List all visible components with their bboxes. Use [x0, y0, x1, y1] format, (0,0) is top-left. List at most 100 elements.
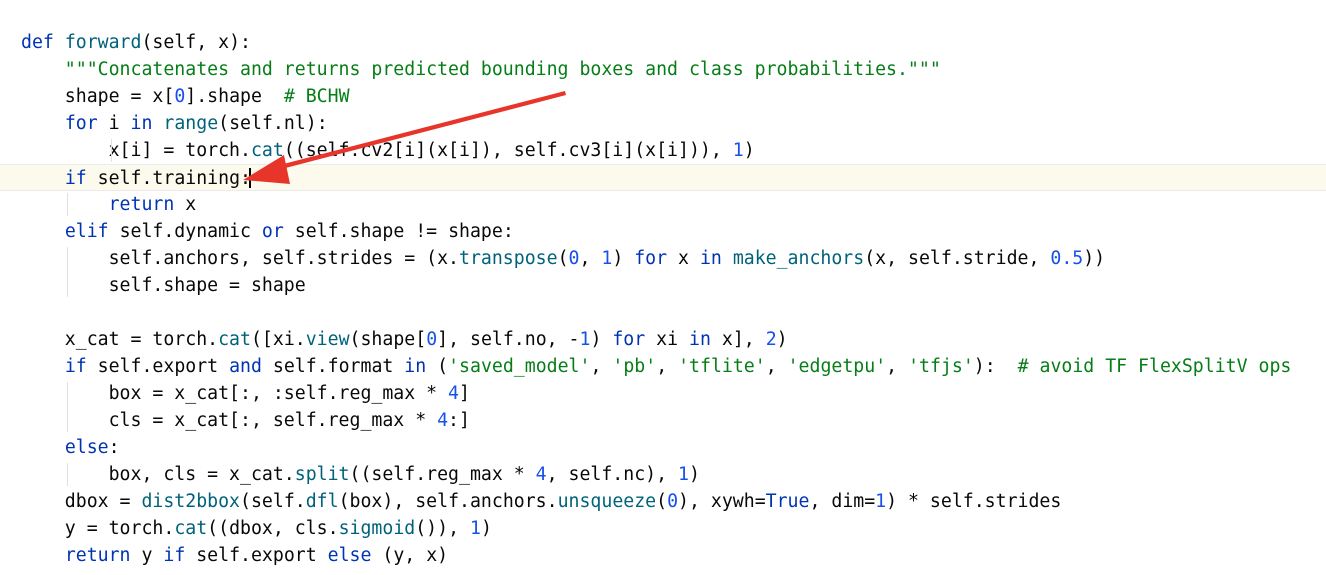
code-text: else:	[21, 434, 120, 461]
code-token: split	[294, 464, 350, 485]
code-token: x],	[721, 329, 766, 350]
code-line[interactable]: """Concatenates and returns predicted bo…	[0, 56, 1326, 83]
code-token: ) * self.strides	[886, 491, 1062, 512]
code-token: self.export	[196, 545, 328, 566]
code-token: shape = x[	[21, 86, 175, 107]
code-token: range	[163, 113, 219, 134]
code-text: if self.export and self.format in ('save…	[21, 353, 1292, 380]
code-line[interactable]: box = x_cat[:, :self.reg_max * 4]	[0, 380, 1326, 407]
code-token: ,	[590, 356, 613, 377]
code-token: i	[108, 113, 131, 134]
code-token: (self.nl):	[218, 113, 328, 134]
code-line[interactable]	[0, 299, 1326, 326]
code-line[interactable]: shape = x[0].shape # BCHW	[0, 83, 1326, 110]
code-token: 1	[601, 248, 613, 269]
code-token: self.shape != shape:	[294, 221, 514, 242]
code-token: in	[699, 248, 733, 269]
code-token: in	[130, 113, 164, 134]
indent-guide	[67, 463, 68, 486]
code-line[interactable]: if self.training:	[0, 164, 1326, 191]
code-line[interactable]: def forward(self, x):	[0, 29, 1326, 56]
code-token: dbox =	[21, 491, 142, 512]
code-token: )	[688, 464, 700, 485]
code-line[interactable]: else:	[0, 434, 1326, 461]
code-token: ([xi.	[250, 329, 306, 350]
code-token: 4	[437, 410, 449, 431]
code-line[interactable]: if self.export and self.format in ('save…	[0, 353, 1326, 380]
code-text: def forward(self, x):	[21, 29, 251, 56]
indent-guide	[67, 193, 68, 216]
code-line[interactable]: elif self.dynamic or self.shape != shape…	[0, 218, 1326, 245]
code-token: :	[108, 437, 120, 458]
indent-guide	[67, 247, 68, 297]
code-token: ,	[579, 248, 602, 269]
code-token: ):	[973, 356, 1018, 377]
code-text: box, cls = x_cat.split((self.reg_max * 4…	[21, 461, 700, 488]
code-token: make_anchors	[732, 248, 865, 269]
indent-guide	[111, 139, 112, 162]
code-text: if self.training:	[21, 165, 251, 192]
code-token: 0	[426, 329, 438, 350]
code-line[interactable]: cls = x_cat[:, self.reg_max * 4:]	[0, 407, 1326, 434]
code-line[interactable]: dbox = dist2bbox(self.dfl(box), self.anc…	[0, 488, 1326, 515]
code-token: (	[656, 491, 668, 512]
code-line[interactable]: y = torch.cat((dbox, cls.sigmoid()), 1)	[0, 515, 1326, 542]
code-token: (	[437, 356, 449, 377]
code-token: )	[776, 329, 788, 350]
code-token: in	[689, 329, 722, 350]
code-token: (self, x):	[141, 32, 251, 53]
code-token: else	[327, 545, 383, 566]
code-token: in	[404, 356, 438, 377]
code-token: 'saved_model'	[448, 356, 591, 377]
code-line[interactable]: self.anchors, self.strides = (x.transpos…	[0, 245, 1326, 272]
code-token: 'tfjs'	[908, 356, 974, 377]
code-line[interactable]: return x	[0, 191, 1326, 218]
code-token: 0	[667, 491, 679, 512]
code-token: 'pb'	[612, 356, 657, 377]
code-token: return	[64, 545, 142, 566]
code-token: for	[612, 329, 657, 350]
code-text: return y if self.export else (y, x)	[21, 542, 448, 569]
code-token: ,	[886, 356, 909, 377]
code-token: 0	[568, 248, 580, 269]
code-token: ()),	[415, 518, 470, 539]
text-caret	[249, 168, 251, 188]
code-token: if	[163, 545, 197, 566]
code-token: x_cat = torch.	[21, 329, 219, 350]
code-token: (box), self.anchors.	[338, 491, 558, 512]
code-token: 1	[875, 491, 887, 512]
code-token: cls = x_cat[:, self.reg_max *	[21, 410, 438, 431]
code-text: self.anchors, self.strides = (x.transpos…	[21, 245, 1106, 272]
code-line[interactable]: x_cat = torch.cat([xi.view(shape[0], sel…	[0, 326, 1326, 353]
code-token: )	[590, 329, 613, 350]
code-token: 4	[448, 383, 459, 404]
code-token: y	[141, 545, 164, 566]
code-token: transpose	[459, 248, 558, 269]
code-token: y = torch.	[21, 518, 175, 539]
code-line[interactable]: x[i] = torch.cat((self.cv2[i](x[i]), sel…	[0, 137, 1326, 164]
code-token: (	[557, 248, 569, 269]
code-token: ), xywh=	[678, 491, 766, 512]
code-text: y = torch.cat((dbox, cls.sigmoid()), 1)	[21, 515, 492, 542]
code-token: forward	[64, 32, 142, 53]
code-editor[interactable]: def forward(self, x): """Concatenates an…	[0, 0, 1326, 575]
code-token: :]	[448, 410, 470, 431]
code-line[interactable]: return y if self.export else (y, x)	[0, 542, 1326, 569]
code-line[interactable]: box, cls = x_cat.split((self.reg_max * 4…	[0, 461, 1326, 488]
code-token: x	[185, 194, 197, 215]
code-line[interactable]: self.shape = shape	[0, 272, 1326, 299]
code-text: return x	[21, 191, 197, 218]
code-token: (y, x)	[382, 545, 449, 566]
code-token: ))	[1083, 248, 1106, 269]
code-token: or	[261, 221, 295, 242]
code-token: cat	[218, 329, 251, 350]
code-token: 2	[765, 329, 777, 350]
code-line[interactable]: for i in range(self.nl):	[0, 110, 1326, 137]
code-token: cat	[250, 140, 284, 161]
